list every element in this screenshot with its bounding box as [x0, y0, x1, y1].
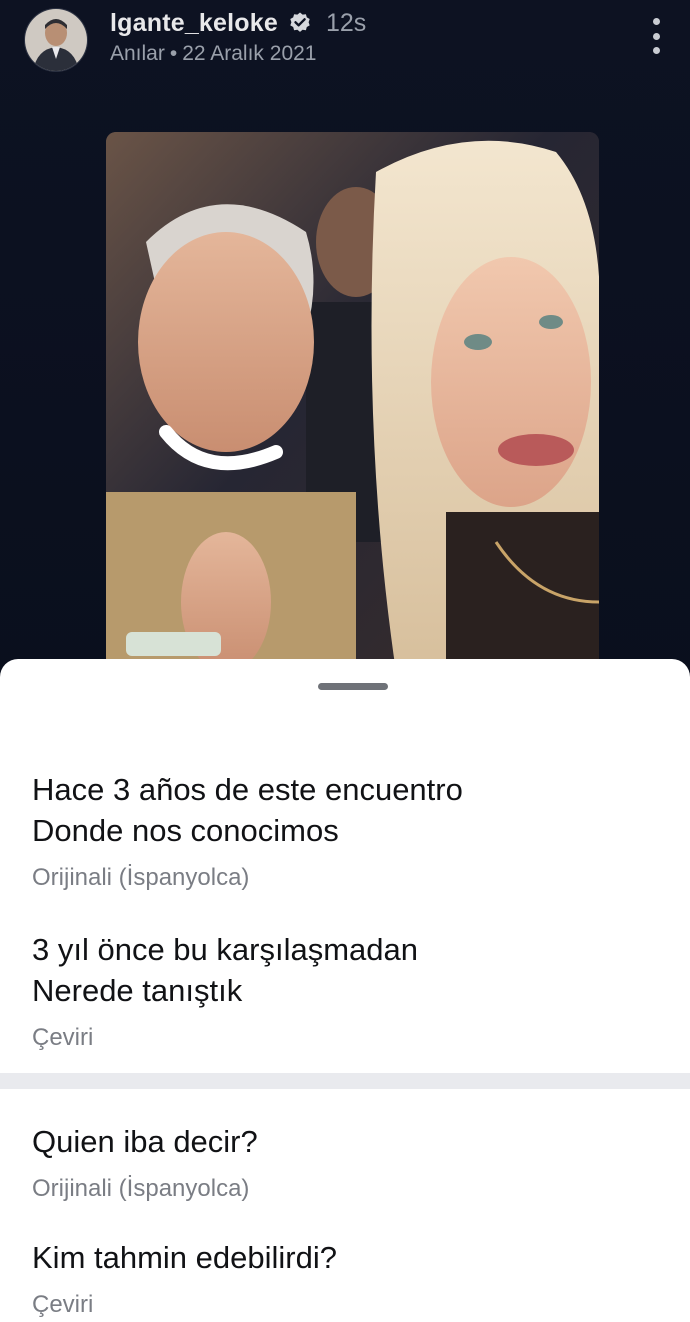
avatar-image	[25, 9, 87, 71]
original-language-label: Orijinali (İspanyolca)	[32, 1175, 250, 1202]
post-subline: Anılar • 22 Aralık 2021	[110, 42, 316, 66]
post-photo[interactable]	[106, 132, 599, 672]
translation-label: Çeviri	[32, 1024, 94, 1051]
original-line: Hace 3 años de este encuentro	[32, 772, 463, 807]
post-header: lgante_keloke 12s Anılar • 22 Aralık 2021	[0, 0, 690, 90]
separator-dot: •	[169, 42, 178, 65]
post-date: 22 Aralık 2021	[182, 42, 317, 65]
verified-badge-icon	[288, 11, 312, 35]
avatar[interactable]	[24, 8, 88, 72]
post-photo-image	[106, 132, 599, 672]
translated-block-2: Kim tahmin edebilirdi? Çeviri	[32, 1237, 658, 1320]
translated-line: 3 yıl önce bu karşılaşmadan	[32, 932, 418, 967]
original-language-label: Orijinali (İspanyolca)	[32, 864, 250, 891]
translated-line: Nerede tanıştık	[32, 973, 243, 1008]
more-vertical-icon[interactable]	[646, 16, 666, 56]
post-time-ago: 12s	[325, 8, 367, 37]
username[interactable]: lgante_keloke	[110, 9, 278, 38]
original-text: Quien iba decir?	[32, 1124, 258, 1159]
translated-block-1: 3 yıl önce bu karşılaşmadan Nerede tanış…	[32, 929, 658, 1053]
translated-text: 3 yıl önce bu karşılaşmadan Nerede tanış…	[32, 929, 658, 1011]
translation-sheet: Hace 3 años de este encuentro Donde nos …	[0, 659, 690, 1322]
translated-text: Kim tahmin edebilirdi?	[32, 1240, 337, 1275]
original-line: Donde nos conocimos	[32, 813, 339, 848]
post-category: Anılar	[110, 42, 165, 65]
username-row: lgante_keloke 12s	[110, 6, 366, 40]
translation-block-1: Hace 3 años de este encuentro Donde nos …	[32, 769, 658, 893]
translation-block-2: Quien iba decir? Orijinali (İspanyolca)	[32, 1121, 658, 1204]
section-divider	[0, 1073, 690, 1089]
drag-handle[interactable]	[318, 683, 388, 690]
translation-label: Çeviri	[32, 1291, 94, 1318]
original-text: Hace 3 años de este encuentro Donde nos …	[32, 769, 658, 851]
